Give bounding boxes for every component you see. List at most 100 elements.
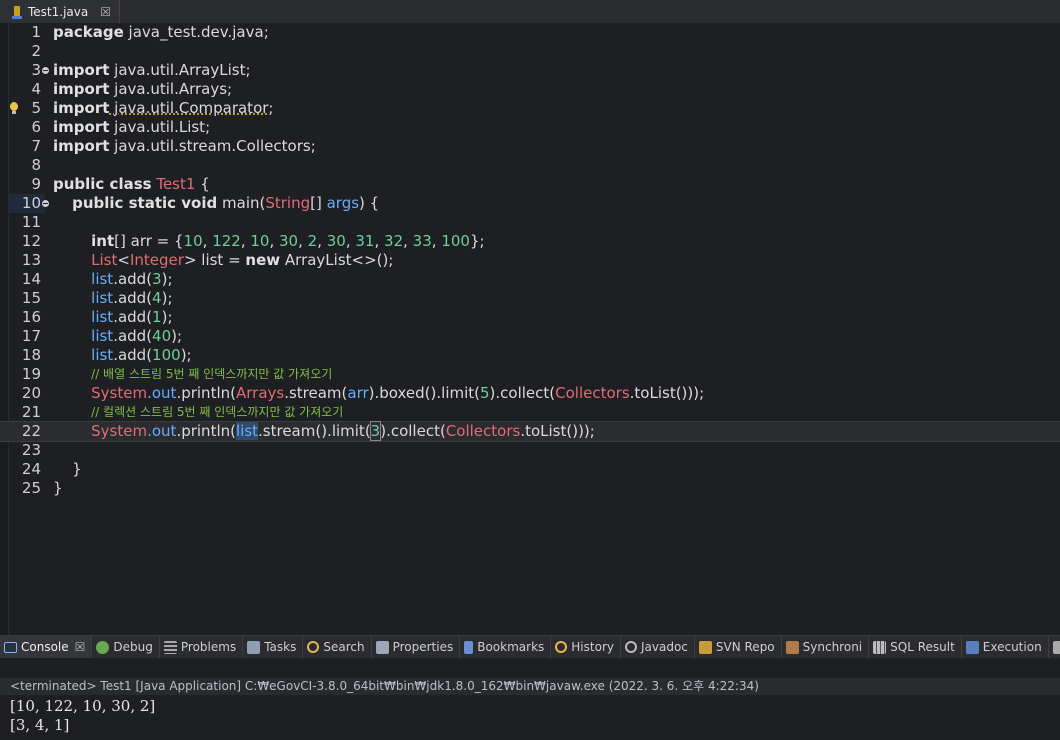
- tab-label: Properties: [392, 640, 454, 654]
- problems-icon: [163, 640, 177, 654]
- tab-db[interactable]: DB: [1049, 636, 1060, 658]
- tab-problems[interactable]: Problems: [160, 636, 244, 658]
- editor-tab-strip: Test1.java ☒: [0, 0, 1060, 24]
- tab-label: Bookmarks: [477, 640, 545, 654]
- java-file-icon: [12, 5, 22, 19]
- token: .add(: [113, 270, 153, 288]
- keyword: import: [53, 80, 110, 98]
- token: );: [161, 289, 173, 307]
- tab-label: Search: [323, 640, 365, 654]
- class-ref: System: [91, 422, 148, 440]
- line-number: 6: [31, 118, 41, 136]
- token: };: [469, 232, 485, 250]
- tab-svn-repo[interactable]: SVN Repo: [695, 636, 782, 658]
- token: .stream(: [284, 384, 348, 402]
- code-line: 11: [0, 213, 1060, 232]
- token: .add(: [113, 327, 153, 345]
- bottom-view-tabs: Console ☒ Debug Problems Tasks Search Pro…: [0, 635, 1060, 659]
- keyword: import: [53, 137, 110, 155]
- class-ref: Arrays: [235, 384, 285, 402]
- fold-toggle-icon[interactable]: [42, 67, 49, 74]
- comment: // 배열 스트림 5번 째 인덱스까지만 값 가져오기: [91, 367, 333, 381]
- variable: list: [91, 327, 114, 345]
- package-name: java_test.dev.java;: [123, 23, 269, 41]
- tab-debug[interactable]: Debug: [92, 636, 160, 658]
- code-line: 20 System.out.println(Arrays.stream(arr)…: [0, 384, 1060, 403]
- code-line: 23: [0, 441, 1060, 460]
- keyword: new: [245, 251, 281, 269]
- code-line: 16 list.add(1);: [0, 308, 1060, 327]
- code-editor[interactable]: 1 package java_test.dev.java; 2 3 import…: [0, 23, 1060, 635]
- tab-tasks[interactable]: Tasks: [243, 636, 304, 658]
- variable: list: [91, 289, 114, 307]
- number-literal: 31: [355, 232, 375, 250]
- code-line: 3 import java.util.ArrayList;: [0, 61, 1060, 80]
- tab-execution[interactable]: Execution: [962, 636, 1049, 658]
- line-number: 15: [21, 289, 41, 307]
- keyword: import: [53, 118, 110, 136]
- execution-icon: [965, 640, 979, 654]
- brace: }: [72, 460, 82, 478]
- variable: list: [91, 270, 114, 288]
- import-path: java.util.List;: [109, 118, 211, 136]
- tab-properties[interactable]: Properties: [372, 636, 461, 658]
- console-output-line: [3, 4, 1]: [10, 716, 70, 734]
- import-path: java.util.stream.Collectors;: [109, 137, 316, 155]
- number-literal: 10: [250, 232, 270, 250]
- import-path-unused: java.util.Comparator;: [109, 99, 274, 117]
- tab-label: Problems: [180, 640, 237, 654]
- close-icon[interactable]: ☒: [100, 5, 111, 19]
- keyword: public class: [53, 175, 152, 193]
- number-literal: 5: [480, 384, 490, 402]
- token: );: [171, 327, 183, 345]
- line-number: 18: [21, 346, 41, 364]
- token: ).collect(: [489, 384, 556, 402]
- number-literal: 1: [152, 308, 162, 326]
- close-icon[interactable]: ☒: [75, 640, 86, 654]
- tab-bookmarks[interactable]: Bookmarks: [460, 636, 552, 658]
- code-line: 15 list.add(4);: [0, 289, 1060, 308]
- code-line: 12 int[] arr = {10, 122, 10, 30, 2, 30, …: [0, 232, 1060, 251]
- code-line: 8: [0, 156, 1060, 175]
- type-name: String: [265, 194, 311, 212]
- editor-tab-label: Test1.java: [28, 4, 89, 19]
- line-number: 24: [21, 460, 41, 478]
- brace: }: [53, 479, 63, 497]
- token: .toList()));: [629, 384, 705, 402]
- tab-console[interactable]: Console ☒: [0, 636, 93, 658]
- class-ref: System: [91, 384, 148, 402]
- number-literal: 3: [369, 421, 382, 441]
- number-literal: 40: [152, 327, 172, 345]
- debug-icon: [96, 640, 110, 654]
- line-number: 10: [21, 194, 41, 212]
- token: [] arr = {: [114, 232, 184, 250]
- tab-label: SQL Result: [890, 640, 955, 654]
- code-line: 13 List<Integer> list = new ArrayList<>(…: [0, 251, 1060, 270]
- console-output[interactable]: [10, 122, 10, 30, 2] [3, 4, 1]: [0, 695, 1060, 740]
- keyword: import: [53, 99, 110, 117]
- variable: list: [91, 346, 114, 364]
- number-literal: 100: [441, 232, 470, 250]
- tab-javadoc[interactable]: Javadoc: [621, 636, 695, 658]
- fold-toggle-icon[interactable]: [42, 200, 49, 207]
- token: ).boxed().limit(: [368, 384, 480, 402]
- number-literal: 33: [412, 232, 432, 250]
- code-line: 19 // 배열 스트림 5번 째 인덱스까지만 값 가져오기: [0, 365, 1060, 384]
- keyword: public static void: [72, 194, 218, 212]
- keyword: package: [53, 23, 124, 41]
- tab-sql-result[interactable]: SQL Result: [869, 636, 962, 658]
- code-line: 14 list.add(3);: [0, 270, 1060, 289]
- tab-label: SVN Repo: [715, 640, 775, 654]
- tab-search[interactable]: Search: [303, 636, 372, 658]
- token: > list =: [183, 251, 246, 269]
- token: ).collect(: [380, 422, 446, 440]
- line-number: 25: [21, 479, 41, 497]
- line-number: 7: [31, 137, 41, 155]
- editor-tab-test1[interactable]: Test1.java ☒: [0, 0, 120, 23]
- history-icon: [555, 641, 568, 653]
- code-line: 9 public class Test1 {: [0, 175, 1060, 194]
- tab-synchronize[interactable]: Synchroni: [782, 636, 870, 658]
- tab-history[interactable]: History: [551, 636, 621, 658]
- code-line: 25 }: [0, 479, 1060, 498]
- field-ref: .out: [147, 384, 177, 402]
